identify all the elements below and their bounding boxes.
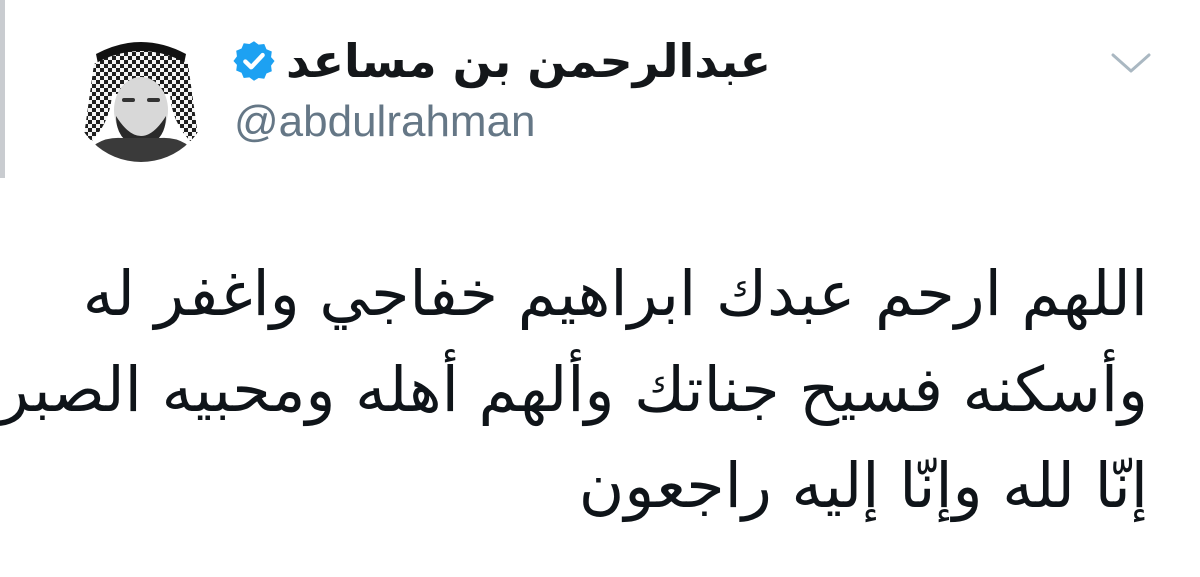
tweet-text-line: اللهم ارحم عبدك ابراهيم خفاجي واغفر له (82, 257, 1148, 330)
avatar[interactable] (72, 24, 210, 162)
author-handle[interactable]: @abdulrahman (234, 94, 536, 150)
avatar-portrait-icon (72, 24, 210, 162)
verified-badge-icon (233, 41, 275, 81)
tweet-text: اللهم ارحم عبدك ابراهيم خفاجي واغفر له و… (0, 246, 1148, 534)
tweet-text-line: إنّا لله وإنّا إليه راجعون (578, 449, 1148, 522)
chevron-down-icon[interactable] (1108, 46, 1154, 80)
tweet-card: عبدالرحمن بن مساعد @abdulrahman اللهم ار… (0, 0, 1200, 577)
author-name-row[interactable]: عبدالرحمن بن مساعد (232, 30, 771, 92)
author-display-name[interactable]: عبدالرحمن بن مساعد (286, 30, 771, 92)
tweet-text-line: وأسكنه فسيح جناتك وألهم أهله ومحبيه الصب… (0, 353, 1148, 426)
